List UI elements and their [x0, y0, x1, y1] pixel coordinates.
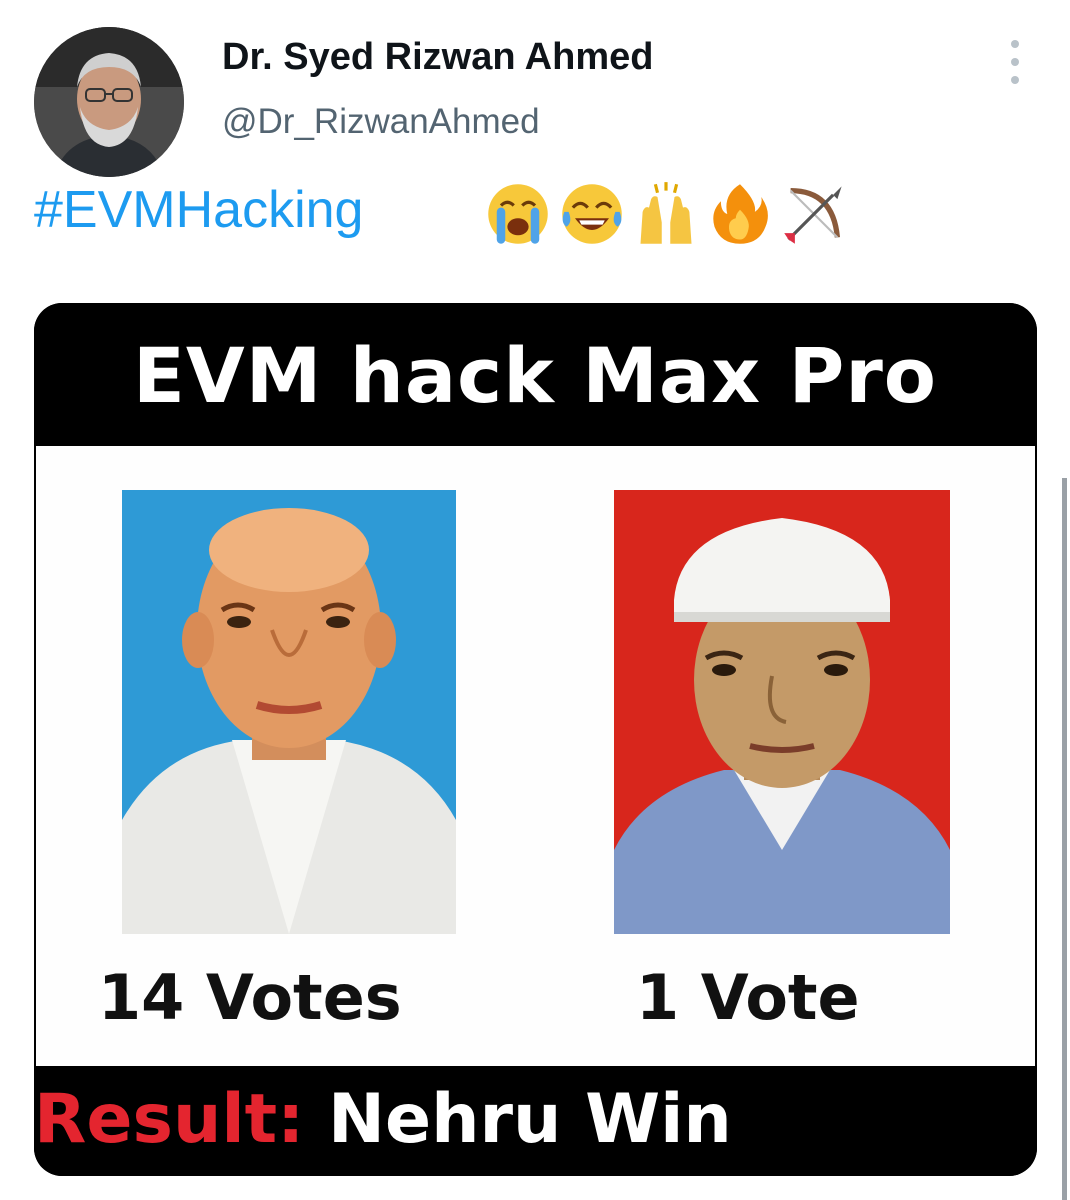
hashtag-link[interactable]: #EVMHacking: [34, 180, 363, 240]
meme-body: 14 Votes 1 Vote: [36, 446, 1035, 1066]
emoji-row: [484, 178, 848, 250]
portrait-left-image: [122, 490, 456, 934]
crying-face-icon: [488, 184, 548, 244]
author-handle[interactable]: @Dr_RizwanAhmed: [222, 102, 540, 142]
avatar[interactable]: [34, 27, 184, 177]
portrait-right: [614, 490, 950, 934]
tweet-header: Dr. Syed Rizwan Ahmed @Dr_RizwanAhmed: [0, 0, 1070, 177]
user-avatar-icon: [34, 27, 184, 177]
meme-title-bar: EVM hack Max Pro: [34, 303, 1037, 446]
more-vertical-icon: [1011, 40, 1019, 48]
fire-icon: [713, 184, 768, 244]
votes-right: 1 Vote: [636, 961, 860, 1034]
portrait-right-image: [614, 490, 950, 934]
more-dot: [1011, 58, 1019, 66]
bow-and-arrow-icon: [784, 186, 842, 244]
raising-hands-icon: [640, 182, 692, 244]
result-text: Result: Nehru Win: [34, 1080, 732, 1159]
author-display-name[interactable]: Dr. Syed Rizwan Ahmed: [222, 36, 653, 79]
result-label: Result:: [34, 1080, 305, 1159]
votes-left: 14 Votes: [98, 961, 402, 1034]
result-bar: Result: Nehru Win: [34, 1066, 1037, 1176]
tears-of-joy-icon: [562, 184, 622, 244]
result-value: Nehru Win: [304, 1080, 732, 1159]
more-options-button[interactable]: [1000, 38, 1030, 86]
scrollbar[interactable]: [1062, 478, 1067, 1200]
portrait-left: [122, 490, 456, 934]
tweet-media-image[interactable]: EVM hack Max Pro 14 Votes 1 Vote Result:…: [34, 303, 1037, 1176]
meme-title: EVM hack Max Pro: [132, 331, 938, 420]
more-dot: [1011, 76, 1019, 84]
